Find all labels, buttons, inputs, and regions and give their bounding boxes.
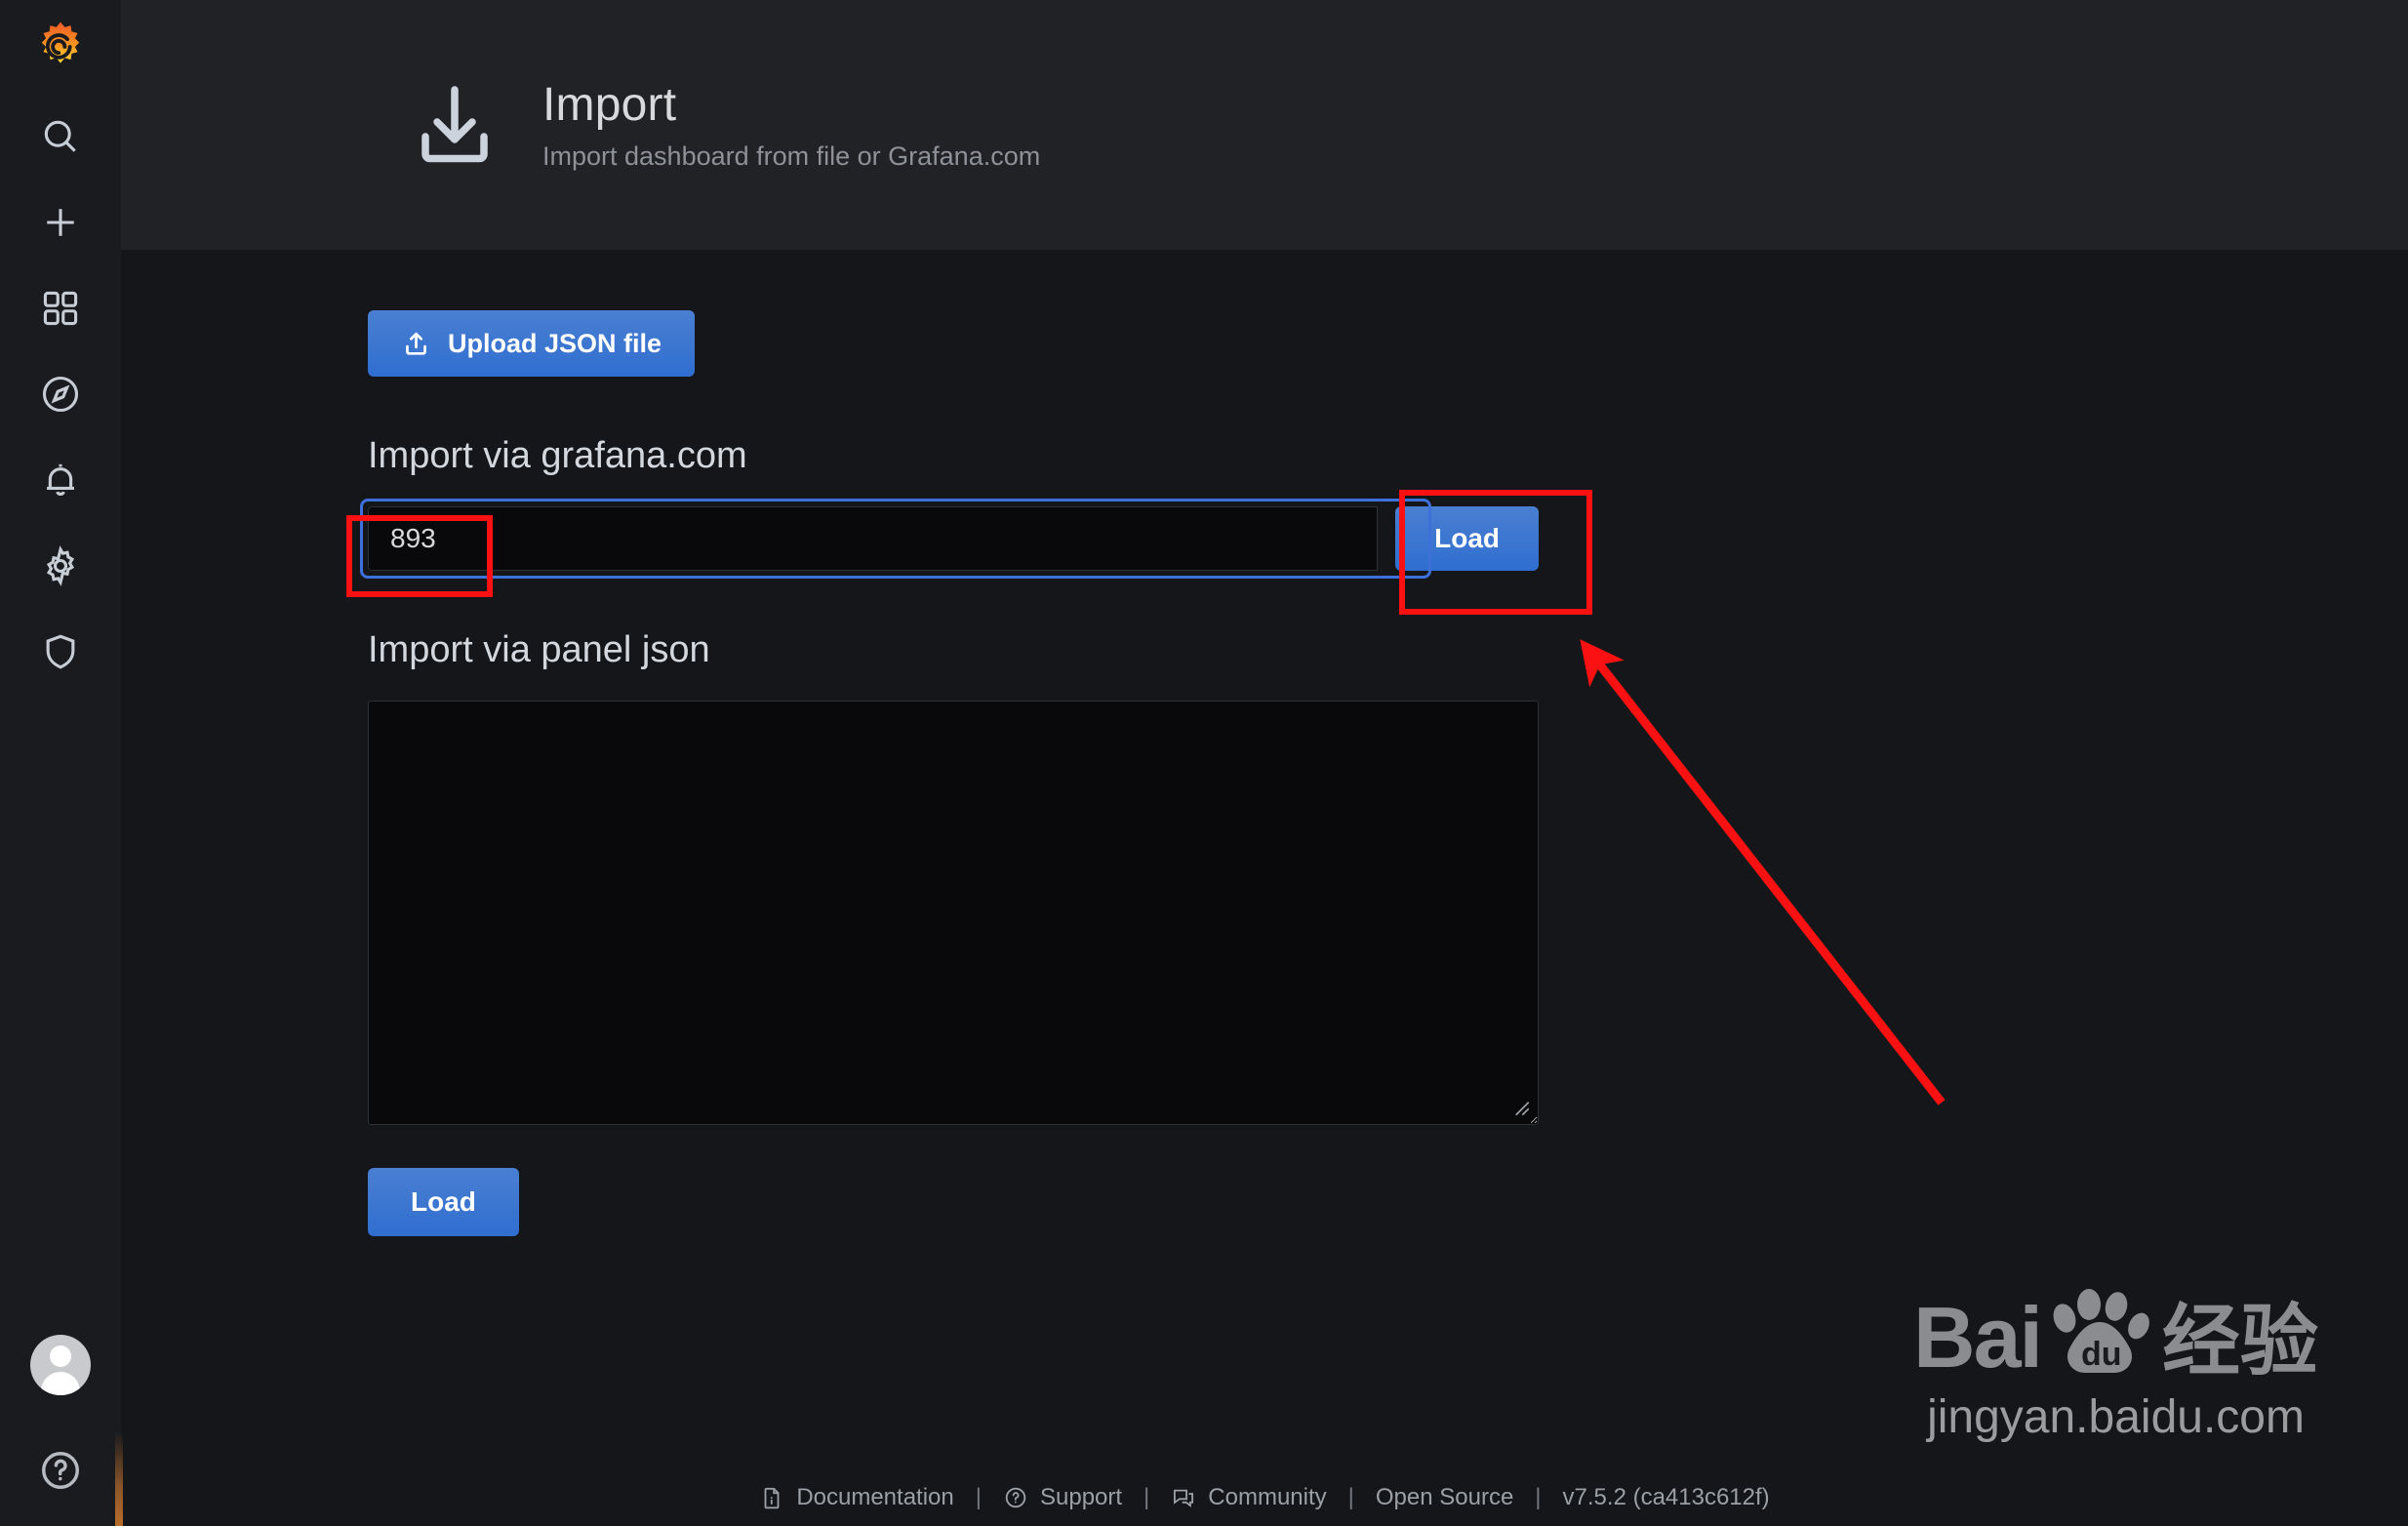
svg-text:du: du	[2081, 1336, 2122, 1373]
grafana-com-input-group: Load	[360, 499, 1539, 579]
footer-label-community: Community	[1208, 1484, 1327, 1510]
avatar[interactable]	[30, 1335, 91, 1395]
page-header: Import Import dashboard from file or Gra…	[121, 0, 2408, 250]
sidebar-item-create[interactable]	[0, 180, 121, 265]
grafana-logo[interactable]	[0, 0, 121, 94]
watermark-url: jingyan.baidu.com	[1927, 1391, 2305, 1443]
import-via-grafana-com-title: Import via grafana.com	[368, 435, 747, 476]
upload-icon	[401, 329, 431, 359]
grafana-import-page: Import Import dashboard from file or Gra…	[0, 0, 2408, 1526]
panel-json-textarea-wrap	[368, 701, 1539, 1125]
import-download-icon	[408, 78, 502, 172]
load-panel-json-button[interactable]: Load	[368, 1168, 519, 1236]
watermark-brand: Bai	[1913, 1289, 2043, 1386]
gear-icon	[46, 545, 75, 586]
compass-icon	[42, 376, 79, 413]
footer-link-documentation[interactable]: Documentation	[759, 1484, 954, 1511]
sidebar-item-configuration[interactable]	[0, 523, 121, 609]
comments-icon	[1171, 1485, 1196, 1510]
sidebar-bottom	[0, 1335, 121, 1526]
baidu-paw-icon: du	[2053, 1289, 2149, 1373]
upload-json-file-label: Upload JSON file	[448, 328, 662, 358]
import-via-panel-json-title: Import via panel json	[368, 629, 710, 670]
sidebar-item-dashboards[interactable]	[0, 265, 121, 351]
plus-icon	[47, 209, 74, 236]
page-title: Import	[542, 78, 677, 131]
page-subtitle: Import dashboard from file or Grafana.co…	[542, 141, 1041, 172]
watermark-chinese: 经验	[2162, 1298, 2318, 1385]
dashboards-icon	[43, 291, 78, 326]
footer-separator-2: |	[1144, 1484, 1150, 1510]
sidebar-item-alerting[interactable]	[0, 437, 121, 523]
shield-icon	[46, 634, 75, 669]
sidebar-item-server-admin[interactable]	[0, 609, 121, 695]
sidebar-item-search[interactable]	[0, 94, 121, 180]
grafana-logo-icon	[41, 21, 80, 63]
footer-link-open-source[interactable]: Open Source	[1376, 1484, 1513, 1511]
question-circle-icon	[42, 1452, 79, 1489]
sidebar-item-explore[interactable]	[0, 351, 121, 437]
sidebar-edge-glow	[115, 1432, 123, 1526]
question-circle-icon	[1003, 1485, 1028, 1510]
footer-separator-1: |	[975, 1484, 982, 1510]
upload-json-file-button[interactable]: Upload JSON file	[368, 310, 696, 377]
bell-icon	[47, 463, 74, 496]
footer-link-community[interactable]: Community	[1171, 1484, 1327, 1511]
footer-separator-3: |	[1347, 1484, 1354, 1510]
avatar-body	[41, 1372, 80, 1395]
sidebar-item-help[interactable]	[38, 1448, 83, 1493]
sidebar	[0, 0, 123, 1526]
footer-label-support: Support	[1039, 1484, 1123, 1510]
panel-json-textarea[interactable]	[368, 701, 1539, 1125]
grafana-com-id-input[interactable]	[368, 506, 1379, 571]
sidebar-nav	[0, 94, 121, 695]
document-icon	[759, 1485, 784, 1510]
footer-separator-4: |	[1535, 1484, 1542, 1510]
baidu-jingyan-watermark: Bai du 经验 jingyan.baidu.com	[1913, 1289, 2318, 1444]
footer: Documentation | Support | Community | Op…	[121, 1469, 2408, 1526]
search-icon	[44, 120, 76, 152]
load-grafana-com-button[interactable]: Load	[1395, 506, 1539, 571]
footer-version: v7.5.2 (ca413c612f)	[1562, 1484, 1770, 1510]
footer-link-support[interactable]: Support	[1003, 1484, 1122, 1511]
footer-label-documentation: Documentation	[796, 1484, 954, 1510]
footer-label-open-source: Open Source	[1375, 1484, 1514, 1510]
avatar-head	[50, 1345, 71, 1367]
